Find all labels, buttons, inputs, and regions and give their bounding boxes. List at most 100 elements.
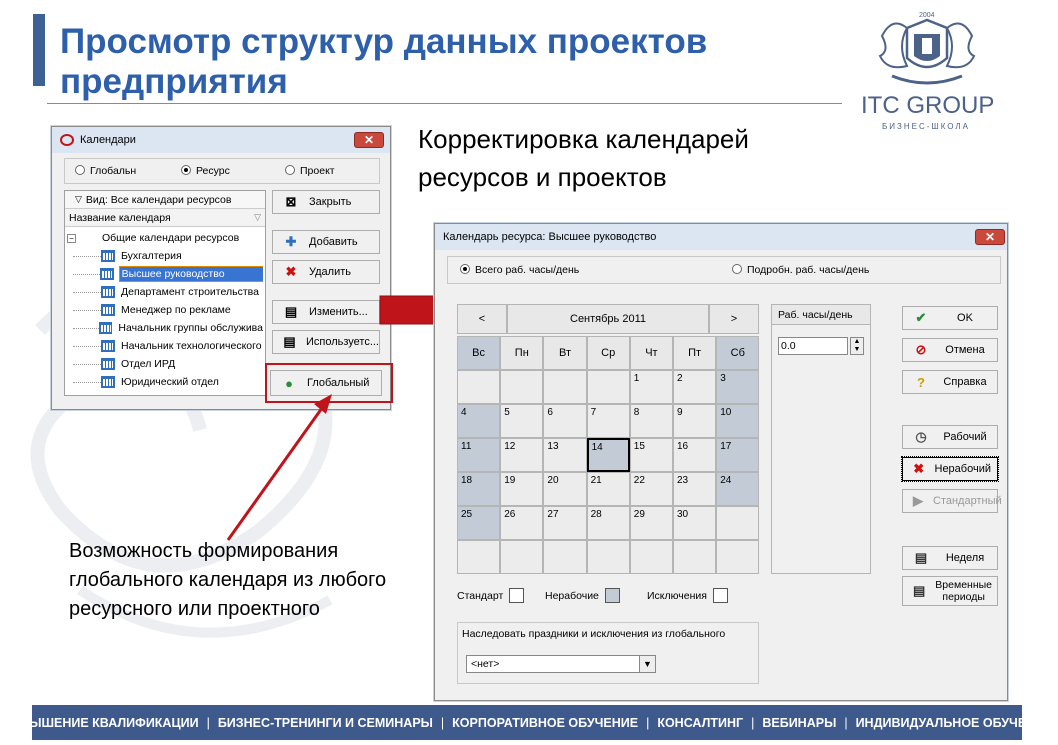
calendar-day-cell[interactable]: 20 [543, 472, 587, 506]
cancel-button-label: Отмена [945, 344, 985, 356]
working-button[interactable]: ◷ Рабочий [902, 425, 998, 449]
calendar-day-cell[interactable]: 9 [673, 404, 717, 438]
cancel-button[interactable]: ⊘ Отмена [902, 338, 998, 362]
clock-icon: ◷ [915, 429, 927, 444]
add-button[interactable]: ✚ Добавить [272, 230, 380, 254]
calendar-day-cell[interactable] [716, 506, 760, 540]
calendar-day-cell[interactable] [543, 540, 587, 574]
calendar-icon [101, 304, 115, 316]
annotation-note: Возможность формирования глобального кал… [69, 540, 387, 620]
radio-detailed-hours[interactable]: Подробн. раб. часы/день [732, 264, 869, 276]
calendar-day-cell[interactable]: 23 [673, 472, 717, 506]
calendar-day-cell[interactable] [500, 370, 544, 404]
calendar-day-cell[interactable]: 18 [457, 472, 501, 506]
view-selector[interactable]: ▽ Вид: Все календари ресурсов [65, 191, 265, 209]
radio-total-hours[interactable]: Всего раб. часы/день [460, 264, 579, 276]
footer-bar: ПОВЫШЕНИЕ КВАЛИФИКАЦИИ | БИЗНЕС-ТРЕНИНГИ И… [1, 705, 1053, 740]
calendar-day-cell[interactable]: 22 [629, 472, 673, 506]
calendar-day-cell[interactable] [716, 540, 760, 574]
calendar-list-item-label: Департамент строительства [121, 286, 259, 298]
legend-item: Стандарт [457, 588, 525, 603]
calendar-day-cell[interactable] [629, 540, 673, 574]
calendar-day-cell[interactable]: 14 [586, 438, 630, 472]
calendar-list-item[interactable]: Департамент строительства [65, 283, 263, 301]
calendar-day-cell[interactable]: 25 [457, 506, 501, 540]
calendar-day-cell[interactable]: 30 [673, 506, 717, 540]
week-icon: ▤ [914, 550, 928, 565]
calendar-day-cell[interactable]: 12 [500, 438, 544, 472]
calendar-list-item[interactable]: Юридический отдел [65, 373, 263, 391]
calendar-list-item[interactable]: Отдел ИРД [65, 355, 263, 373]
calendar-day-cell[interactable] [543, 370, 587, 404]
footer-item: БИЗНЕС-ТРЕНИНГИ И СЕМИНАРЫ [217, 715, 433, 730]
ok-button[interactable]: ✔ OK [902, 306, 998, 330]
tree-root[interactable]: − Общие календари ресурсов [67, 229, 239, 247]
calendar-day-cell[interactable]: 7 [586, 404, 630, 438]
next-month-button[interactable]: > [709, 304, 759, 334]
hours-column-label: Раб. часы/день [772, 305, 870, 325]
calendar-day-cell[interactable]: 2 [673, 370, 717, 404]
calendar-day-cell[interactable]: 4 [457, 404, 501, 438]
calendar-day-cell[interactable]: 27 [543, 506, 587, 540]
calendar-list-item[interactable]: Высшее руководство [65, 265, 263, 283]
calendar-day-cell[interactable] [673, 540, 717, 574]
calendar-day-cell[interactable]: 3 [716, 370, 760, 404]
calendar-day-cell[interactable]: 28 [586, 506, 630, 540]
calendar-list-item[interactable]: Начальник технологического [65, 337, 263, 355]
radio-project-label: Проект [300, 165, 335, 177]
calendar-day-cell[interactable] [586, 540, 630, 574]
resource-calendar-titlebar: Календарь ресурса: Высшее руководство [435, 224, 1007, 250]
close-icon[interactable]: ✕ [975, 229, 1005, 245]
play-icon: ▶ [913, 493, 923, 508]
calendar-day-cell[interactable] [586, 370, 630, 404]
close-button[interactable]: ⊠ Закрыть [272, 190, 380, 214]
collapse-icon: − [67, 233, 76, 243]
prev-month-button[interactable]: < [457, 304, 507, 334]
calendar-day-cell[interactable]: 15 [629, 438, 673, 472]
nonworking-button[interactable]: ✖ Нерабочий [901, 456, 999, 482]
calendar-day-cell[interactable]: 17 [716, 438, 760, 472]
calendar-day-cell[interactable]: 1 [629, 370, 673, 404]
edit-button[interactable]: ▤ Изменить... [272, 300, 380, 324]
calendar-day-cell[interactable] [457, 540, 501, 574]
calendar-day-cell[interactable] [500, 540, 544, 574]
footer-separator: | [440, 715, 445, 730]
inherit-select[interactable]: <нет> ▼ [466, 655, 656, 673]
radio-global[interactable]: Глобальн [75, 165, 136, 177]
inherit-value: <нет> [471, 658, 500, 670]
calendar-list-item[interactable]: Менеджер по рекламе [65, 301, 263, 319]
calendar-day-cell[interactable]: 26 [500, 506, 544, 540]
column-header-label: Название календаря [69, 211, 171, 224]
calendar-day-cell[interactable]: 6 [543, 404, 587, 438]
global-button[interactable]: ● Глобальный [270, 370, 382, 396]
radio-detailed-hours-label: Подробн. раб. часы/день [747, 264, 870, 276]
column-header[interactable]: Название календаря ▽ [65, 209, 265, 227]
title-divider [47, 103, 842, 104]
help-button[interactable]: ? Справка [902, 370, 998, 394]
calendar-day-cell[interactable]: 10 [716, 404, 760, 438]
weekday-header: Чт [629, 336, 673, 370]
time-periods-button[interactable]: ▤ Временные периоды [902, 576, 998, 606]
calendar-day-cell[interactable]: 21 [586, 472, 630, 506]
calendar-list-item-label: Высшее руководство [118, 266, 263, 282]
week-button[interactable]: ▤ Неделя [902, 546, 998, 570]
calendar-list-item[interactable]: Бухгалтерия [65, 247, 263, 265]
calendar-day-cell[interactable]: 19 [500, 472, 544, 506]
calendar-day-cell[interactable] [457, 370, 501, 404]
standard-button[interactable]: ▶ Стандартный [902, 489, 1002, 513]
spinner-icon[interactable]: ▲ ▼ [850, 337, 864, 355]
hours-input[interactable]: 0.0 [778, 337, 848, 355]
radio-project[interactable]: Проект [285, 165, 335, 177]
calendar-day-cell[interactable]: 16 [673, 438, 717, 472]
calendar-day-cell[interactable]: 29 [629, 506, 673, 540]
calendar-day-cell[interactable]: 13 [543, 438, 587, 472]
calendar-day-cell[interactable]: 5 [500, 404, 544, 438]
calendar-list-item[interactable]: Начальник группы обслужива [65, 319, 263, 337]
used-by-button[interactable]: ▤ Используетс... [272, 330, 380, 354]
delete-button[interactable]: ✖ Удалить [272, 260, 380, 284]
calendar-day-cell[interactable]: 11 [457, 438, 501, 472]
calendar-day-cell[interactable]: 24 [716, 472, 760, 506]
close-icon[interactable]: ✕ [354, 132, 384, 148]
calendar-day-cell[interactable]: 8 [629, 404, 673, 438]
radio-resource[interactable]: Ресурс [181, 165, 230, 177]
